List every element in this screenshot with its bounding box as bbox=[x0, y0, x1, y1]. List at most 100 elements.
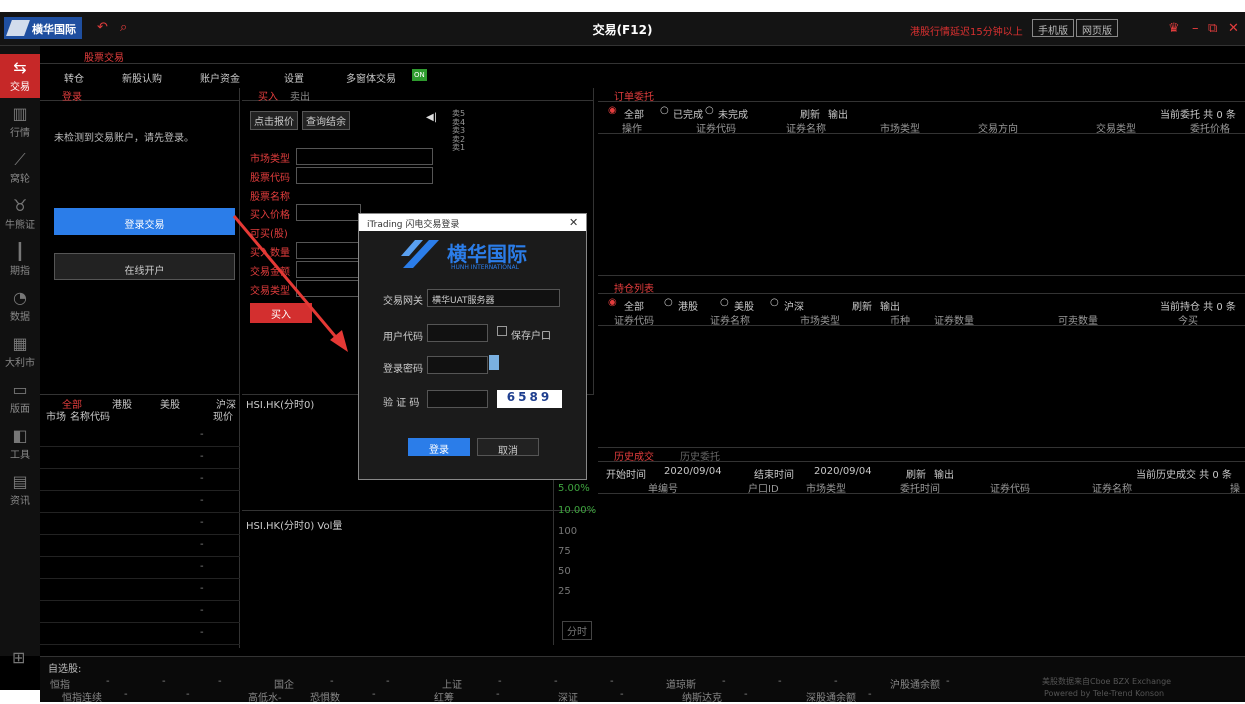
keyboard-icon[interactable] bbox=[489, 355, 499, 370]
tab-stock-trade[interactable]: 股票交易 bbox=[84, 49, 124, 64]
login-trade-button[interactable]: 登录交易 bbox=[54, 208, 235, 235]
credit-line-2: Powered by Tele-Trend Konson bbox=[1044, 689, 1165, 698]
nav-item-bull[interactable]: ♉ 牛熊证 bbox=[0, 192, 40, 236]
watch-row-value: - bbox=[200, 517, 204, 528]
nav-label: 数据 bbox=[10, 312, 30, 323]
dialog-close-icon[interactable]: ✕ bbox=[569, 216, 578, 229]
tab-buy[interactable]: 买入 bbox=[258, 88, 278, 103]
bar-chart-icon: ▥ bbox=[12, 104, 28, 123]
watch-row-value: - bbox=[200, 495, 204, 506]
watch-row[interactable]: - bbox=[40, 447, 240, 469]
quote-button[interactable]: 点击报价 bbox=[250, 111, 298, 130]
ticker-item: - bbox=[620, 689, 624, 700]
multi-window-toggle[interactable]: ON bbox=[412, 69, 427, 81]
tool-icon: ◧ bbox=[12, 426, 28, 445]
history-tab-orders[interactable]: 历史委托 bbox=[680, 448, 720, 463]
open-account-button[interactable]: 在线开户 bbox=[54, 253, 235, 280]
watch-row[interactable]: - bbox=[40, 491, 240, 513]
column-header: 证券代码 bbox=[696, 124, 736, 135]
watch-tab-us[interactable]: 美股 bbox=[160, 396, 180, 411]
login-panel: 登录 未检测到交易账户，请先登录。 登录交易 在线开户 bbox=[40, 88, 240, 394]
settings-button[interactable]: 设置 bbox=[284, 70, 304, 85]
line-chart-icon: ⟋ bbox=[14, 150, 26, 169]
end-date[interactable]: 2020/09/04 bbox=[814, 466, 872, 477]
captcha-input[interactable] bbox=[427, 390, 488, 408]
watch-tab-hk[interactable]: 港股 bbox=[112, 396, 132, 411]
column-header: 证券代码 bbox=[614, 316, 654, 327]
holdings-tab[interactable]: 持仓列表 bbox=[614, 280, 654, 295]
watch-row[interactable]: - bbox=[40, 623, 240, 645]
watch-row[interactable]: - bbox=[40, 425, 240, 447]
transfer-button[interactable]: 转仓 bbox=[64, 70, 84, 85]
ticker-item: - bbox=[186, 689, 190, 700]
delay-warning: 港股行情延迟15分钟以上 bbox=[910, 27, 1023, 38]
start-date[interactable]: 2020/09/04 bbox=[664, 466, 722, 477]
ipo-button[interactable]: 新股认购 bbox=[122, 70, 162, 85]
web-version-button[interactable]: 网页版 bbox=[1076, 19, 1118, 37]
funds-button[interactable]: 账户资金 bbox=[200, 70, 240, 85]
gateway-select[interactable]: 横华UAT服务器 bbox=[427, 289, 560, 307]
nav-item-pie[interactable]: ◔ 数据 bbox=[0, 284, 40, 328]
save-account-checkbox[interactable] bbox=[497, 326, 507, 336]
orders-header: 操作 证券代码 证券名称 市场类型 交易方向 交易类型 委托价格 bbox=[598, 118, 1245, 135]
layout-icon: ▭ bbox=[12, 380, 28, 399]
nav-item-candle[interactable]: ┃ 期指 bbox=[0, 238, 40, 282]
column-header: 币种 bbox=[890, 316, 910, 327]
password-input[interactable] bbox=[427, 356, 488, 374]
column-header: 单编号 bbox=[648, 484, 678, 495]
nav-item-tool[interactable]: ◧ 工具 bbox=[0, 422, 40, 466]
bull-icon: ♉ bbox=[12, 196, 28, 215]
dialog-cancel-button[interactable]: 取消 bbox=[477, 438, 539, 457]
ticker-item: - bbox=[744, 689, 748, 700]
column-header: 证券代码 bbox=[990, 484, 1030, 495]
column-header: 交易方向 bbox=[978, 124, 1018, 135]
watch-row[interactable]: - bbox=[40, 579, 240, 601]
ticker-item: - bbox=[218, 676, 222, 687]
user-input[interactable] bbox=[427, 324, 488, 342]
layout-grid-icon[interactable]: ⊞ bbox=[12, 648, 25, 667]
dialog-login-button[interactable]: 登录 bbox=[408, 438, 470, 456]
column-header: 委托价格 bbox=[1190, 124, 1230, 135]
code-input[interactable] bbox=[296, 167, 433, 184]
vol-tick-50: 50 bbox=[558, 566, 571, 577]
nav-item-layout[interactable]: ▭ 版面 bbox=[0, 376, 40, 420]
ticker-item: - bbox=[386, 676, 390, 687]
close-icon[interactable]: ✕ bbox=[1228, 21, 1239, 36]
orders-tab[interactable]: 订单委托 bbox=[614, 88, 654, 103]
ticker-item: 高低水- bbox=[248, 693, 282, 704]
collapse-icon[interactable]: ◀| bbox=[426, 112, 437, 123]
captcha-image[interactable]: 6589 bbox=[497, 390, 562, 408]
tab-sell[interactable]: 卖出 bbox=[290, 88, 310, 103]
watch-row[interactable]: - bbox=[40, 557, 240, 579]
query-balance-button[interactable]: 查询结余 bbox=[302, 111, 350, 130]
tab-login[interactable]: 登录 bbox=[62, 88, 82, 103]
nav-item-grid[interactable]: ▦ 大利市 bbox=[0, 330, 40, 374]
nav-item-bar-chart[interactable]: ▥ 行情 bbox=[0, 100, 40, 144]
minimize-icon[interactable]: – bbox=[1192, 21, 1199, 36]
column-header: 市场类型 bbox=[806, 484, 846, 495]
nav-label: 大利市 bbox=[5, 358, 35, 369]
watch-row[interactable]: - bbox=[40, 469, 240, 491]
market-type-select[interactable] bbox=[296, 148, 433, 165]
shirt-icon[interactable]: ♛ bbox=[1168, 21, 1180, 36]
name-label: 股票名称 bbox=[250, 192, 290, 203]
orders-panel: 订单委托 ◉ 全部 ○ 已完成 ○ 未完成 刷新 输出 当前委托 共 0 条 操… bbox=[598, 88, 1245, 276]
market-type-label: 市场类型 bbox=[250, 154, 290, 165]
vol-tick-75: 75 bbox=[558, 546, 571, 557]
watch-row[interactable]: - bbox=[40, 513, 240, 535]
nav-item-transfer[interactable]: ⇆ 交易 bbox=[0, 54, 40, 98]
history-tab-trades[interactable]: 历史成交 bbox=[614, 448, 654, 463]
vol-tick-100: 100 bbox=[558, 526, 578, 537]
nav-item-line-chart[interactable]: ⟋ 窝轮 bbox=[0, 146, 40, 190]
watch-row-value: - bbox=[200, 539, 204, 550]
fenshi-button[interactable]: 分时 bbox=[562, 621, 592, 640]
watch-row[interactable]: - bbox=[40, 535, 240, 557]
watch-row[interactable]: - bbox=[40, 601, 240, 623]
mobile-version-button[interactable]: 手机版 bbox=[1032, 19, 1074, 37]
column-header: 可卖数量 bbox=[1058, 316, 1098, 327]
nav-label: 资讯 bbox=[10, 496, 30, 507]
restore-icon[interactable]: ⧉ bbox=[1208, 21, 1217, 36]
brand-logo: 横华国际 HUNH INTERNATIONAL bbox=[399, 236, 549, 276]
nav-item-news[interactable]: ▤ 资讯 bbox=[0, 468, 40, 512]
ticker-item: - bbox=[498, 676, 502, 687]
